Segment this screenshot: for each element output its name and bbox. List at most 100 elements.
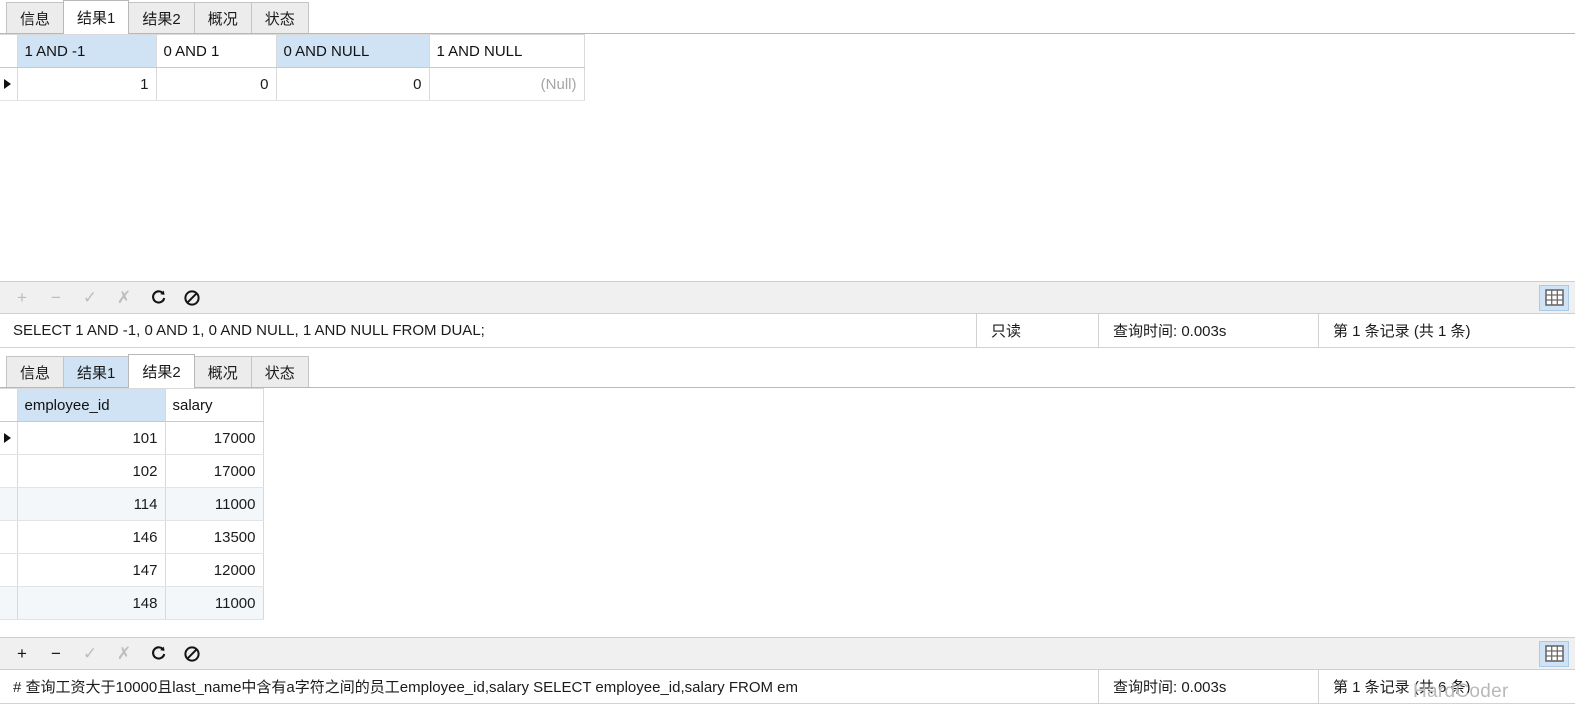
tab-label: 结果2 bbox=[142, 10, 181, 28]
current-row-arrow-icon bbox=[4, 79, 11, 89]
tab-状态[interactable]: 状态 bbox=[250, 356, 309, 387]
top-status-bar: SELECT 1 AND -1, 0 AND 1, 0 AND NULL, 1 … bbox=[0, 314, 1575, 348]
table-cell[interactable]: 0 bbox=[156, 67, 277, 101]
table-cell[interactable]: 147 bbox=[17, 553, 166, 587]
tab-label: 概况 bbox=[207, 364, 238, 382]
top-result-panel: 信息 结果1 结果2 概况 状态 1 AND -1 0 AND 10 AND NULL 1 … bbox=[0, 0, 1575, 354]
tab-结果1[interactable]: 结果1 bbox=[63, 356, 130, 387]
table-cell[interactable]: 12000 bbox=[165, 553, 264, 587]
table-cell[interactable]: 11000 bbox=[165, 487, 264, 521]
table-row[interactable]: 1 0 0 (Null) bbox=[0, 67, 585, 101]
bottom-result-grid[interactable]: employee_id salary 101 17000 102 17000 114 1100… bbox=[0, 388, 264, 620]
tab-信息[interactable]: 信息 bbox=[6, 2, 65, 33]
add-record-button[interactable]: + bbox=[12, 288, 32, 308]
row-selector-cell[interactable] bbox=[0, 520, 18, 554]
table-row[interactable]: 102 17000 bbox=[0, 454, 264, 488]
top-result-grid-area[interactable]: 1 AND -1 0 AND 10 AND NULL 1 AND NULL 1 0 0 (N… bbox=[0, 34, 1575, 281]
grid-corner-cell bbox=[0, 388, 18, 422]
row-selector-cell[interactable] bbox=[0, 586, 18, 620]
table-row[interactable]: 147 12000 bbox=[0, 553, 264, 587]
grid-view-toggle-button[interactable] bbox=[1539, 640, 1569, 667]
column-header-label: 0 AND NULL bbox=[283, 42, 370, 60]
table-cell[interactable]: 13500 bbox=[165, 520, 264, 554]
bottom-grid-toolbar: + − ✓ ✗ bbox=[0, 637, 1575, 670]
bottom-result-grid-area[interactable]: employee_id salary 101 17000 102 17000 114 1100… bbox=[0, 388, 1575, 637]
top-status-readonly: 只读 bbox=[976, 314, 1076, 347]
stop-icon[interactable] bbox=[182, 288, 202, 308]
table-row[interactable]: 148 11000 bbox=[0, 586, 264, 620]
top-grid-toolbar: + − ✓ ✗ bbox=[0, 281, 1575, 314]
table-cell[interactable]: 17000 bbox=[165, 454, 264, 488]
column-header-salary[interactable]: salary bbox=[165, 388, 264, 422]
bottom-result-panel: 信息 结果1 结果2 概况 状态 employee_id salary 101 17000 10… bbox=[0, 354, 1575, 706]
bottom-status-query-time: 查询时间: 0.003s bbox=[1098, 670, 1288, 703]
grid-header-row: 1 AND -1 0 AND 1 0 AND NULL 1 AND NULL bbox=[0, 34, 585, 68]
tab-label: 状态 bbox=[264, 10, 295, 28]
tab-结果2[interactable]: 结果2 bbox=[128, 354, 195, 388]
table-cell[interactable]: (Null) bbox=[429, 67, 585, 101]
tab-label: 信息 bbox=[20, 364, 51, 382]
table-row[interactable]: 114 11000 bbox=[0, 487, 264, 521]
grid-view-toggle-button[interactable] bbox=[1539, 284, 1569, 311]
table-cell[interactable]: 102 bbox=[17, 454, 166, 488]
bottom-status-bar: # 查询工资大于10000且last_name中含有a字符之间的员工employ… bbox=[0, 670, 1575, 704]
tab-label: 结果1 bbox=[77, 10, 116, 27]
column-header-label: 1 AND NULL bbox=[436, 42, 523, 60]
table-cell[interactable]: 1 bbox=[17, 67, 157, 101]
cancel-changes-button[interactable]: ✗ bbox=[114, 288, 134, 308]
apply-changes-button[interactable]: ✓ bbox=[80, 644, 100, 664]
table-cell[interactable]: 146 bbox=[17, 520, 166, 554]
tab-结果2[interactable]: 结果2 bbox=[128, 2, 195, 33]
column-header-1-and-null[interactable]: 1 AND NULL bbox=[429, 34, 585, 68]
tab-信息[interactable]: 信息 bbox=[6, 356, 65, 387]
top-tab-strip: 信息 结果1 结果2 概况 状态 bbox=[0, 0, 1575, 34]
row-selector-cell[interactable] bbox=[0, 67, 18, 101]
current-row-arrow-icon bbox=[4, 433, 11, 443]
remove-record-button[interactable]: − bbox=[46, 288, 66, 308]
column-header-employee_id[interactable]: employee_id bbox=[17, 388, 166, 422]
top-status-sql-text: SELECT 1 AND -1, 0 AND 1, 0 AND NULL, 1 … bbox=[13, 322, 485, 339]
row-selector-cell[interactable] bbox=[0, 487, 18, 521]
top-status-query-time: 查询时间: 0.003s bbox=[1098, 314, 1288, 347]
row-selector-cell[interactable] bbox=[0, 454, 18, 488]
table-cell[interactable]: 11000 bbox=[165, 586, 264, 620]
column-header-label: 0 AND 1 bbox=[163, 42, 220, 60]
refresh-icon[interactable] bbox=[148, 644, 168, 664]
row-selector-cell[interactable] bbox=[0, 553, 18, 587]
top-status-record-count: 第 1 条记录 (共 1 条) bbox=[1318, 314, 1471, 347]
tab-概况[interactable]: 概况 bbox=[193, 356, 252, 387]
column-header-label: salary bbox=[172, 396, 213, 414]
table-cell[interactable]: 101 bbox=[17, 421, 166, 455]
tab-label: 结果2 bbox=[142, 364, 181, 381]
column-header-label: employee_id bbox=[24, 396, 110, 414]
tab-label: 信息 bbox=[20, 10, 51, 28]
tab-概况[interactable]: 概况 bbox=[193, 2, 252, 33]
table-cell[interactable]: 17000 bbox=[165, 421, 264, 455]
table-cell[interactable]: 0 bbox=[276, 67, 430, 101]
column-header-1-and-1[interactable]: 1 AND -1 bbox=[17, 34, 157, 68]
refresh-icon[interactable] bbox=[148, 288, 168, 308]
row-selector-cell[interactable] bbox=[0, 421, 18, 455]
top-result-grid[interactable]: 1 AND -1 0 AND 10 AND NULL 1 AND NULL 1 0 0 (N… bbox=[0, 34, 585, 101]
remove-record-button[interactable]: − bbox=[46, 644, 66, 664]
add-record-button[interactable]: + bbox=[12, 644, 32, 664]
table-row[interactable]: 101 17000 bbox=[0, 421, 264, 455]
bottom-tab-strip: 信息 结果1 结果2 概况 状态 bbox=[0, 354, 1575, 388]
tab-结果1[interactable]: 结果1 bbox=[63, 0, 130, 34]
column-header-0-and-null[interactable]: 0 AND NULL bbox=[276, 34, 430, 68]
nav icat-result-window: 信息 结果1 结果2 概况 状态 1 AND -1 0 AND 10 AND NULL 1 … bbox=[0, 0, 1575, 706]
stop-icon[interactable] bbox=[182, 644, 202, 664]
tab-label: 概况 bbox=[207, 10, 238, 28]
table-cell[interactable]: 114 bbox=[17, 487, 166, 521]
apply-changes-button[interactable]: ✓ bbox=[80, 288, 100, 308]
grid-corner-cell bbox=[0, 34, 18, 68]
column-header-label: 1 AND -1 bbox=[24, 42, 86, 60]
bottom-status-sql-text: # 查询工资大于10000且last_name中含有a字符之间的员工employ… bbox=[13, 679, 798, 696]
cancel-changes-button[interactable]: ✗ bbox=[114, 644, 134, 664]
table-cell[interactable]: 148 bbox=[17, 586, 166, 620]
tab-状态[interactable]: 状态 bbox=[250, 2, 309, 33]
tab-label: 状态 bbox=[264, 364, 295, 382]
column-header-0-and-1[interactable]: 0 AND 1 bbox=[156, 34, 277, 68]
grid-header-row: employee_id salary bbox=[0, 388, 264, 422]
table-row[interactable]: 146 13500 bbox=[0, 520, 264, 554]
